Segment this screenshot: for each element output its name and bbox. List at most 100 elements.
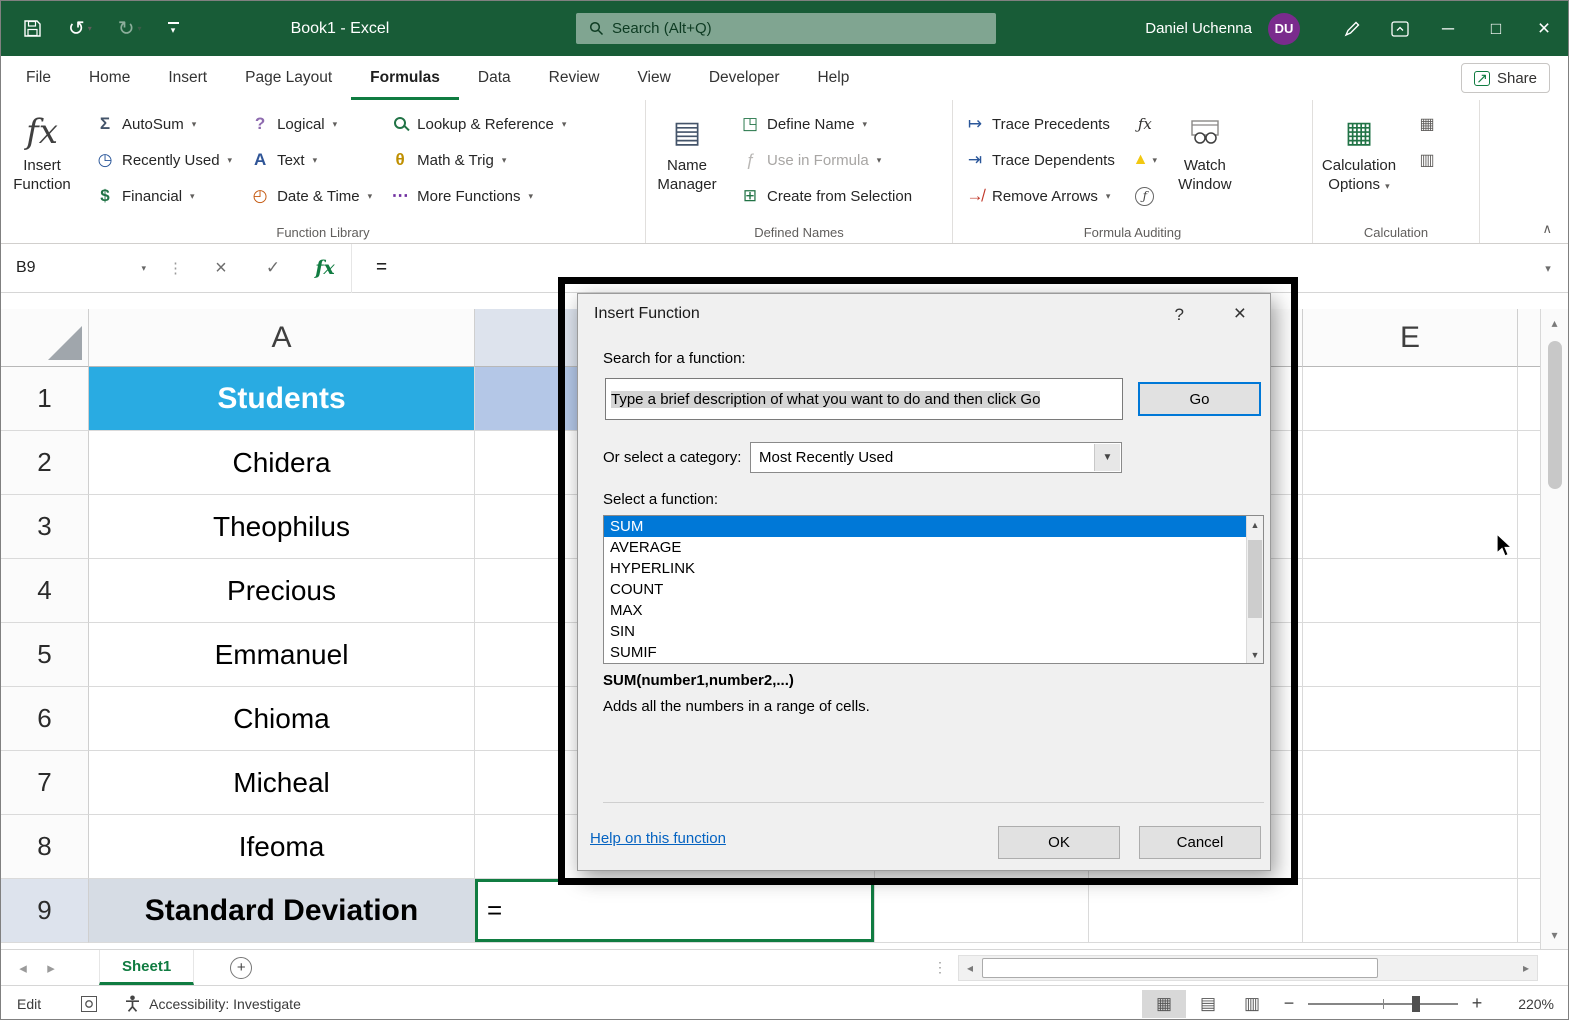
next-sheet-arrow[interactable]: ▸ bbox=[37, 959, 65, 977]
function-list-item-sin[interactable]: SIN bbox=[604, 621, 1263, 642]
dialog-close-button[interactable]: × bbox=[1234, 302, 1246, 326]
name-box[interactable]: B9 ▾ bbox=[1, 244, 156, 293]
horizontal-scrollbar-thumb[interactable] bbox=[982, 958, 1378, 978]
scroll-down-arrow[interactable]: ▼ bbox=[1247, 646, 1263, 663]
function-listbox[interactable]: SUM AVERAGE HYPERLINK COUNT MAX SIN SUMI… bbox=[603, 515, 1264, 664]
listbox-scrollbar[interactable]: ▲ ▼ bbox=[1246, 516, 1263, 663]
recently-used-button[interactable]: ◷Recently Used▾ bbox=[91, 142, 236, 178]
math-trig-button[interactable]: θMath & Trig▾ bbox=[386, 142, 570, 178]
cell-e3[interactable] bbox=[1303, 495, 1518, 559]
cell-e9[interactable] bbox=[1303, 879, 1518, 943]
show-formulas-button[interactable]: ƒx bbox=[1123, 106, 1167, 142]
tab-formulas[interactable]: Formulas bbox=[351, 56, 459, 100]
evaluate-formula-button[interactable]: ƒ bbox=[1123, 178, 1167, 214]
function-list-item-max[interactable]: MAX bbox=[604, 600, 1263, 621]
cell-a3[interactable]: Theophilus bbox=[89, 495, 475, 559]
share-button[interactable]: ↗ Share bbox=[1461, 63, 1550, 93]
zoom-slider-thumb[interactable] bbox=[1412, 996, 1420, 1012]
function-search-input[interactable]: Type a brief description of what you wan… bbox=[605, 378, 1123, 420]
cell[interactable] bbox=[1518, 687, 1542, 751]
tab-file[interactable]: File bbox=[7, 56, 70, 100]
dialog-help-button[interactable]: ? bbox=[1175, 305, 1184, 325]
autosum-button[interactable]: ΣAutoSum▾ bbox=[91, 106, 236, 142]
zoom-slider[interactable] bbox=[1308, 1003, 1458, 1005]
function-list-item-hyperlink[interactable]: HYPERLINK bbox=[604, 558, 1263, 579]
more-functions-button[interactable]: ⋯More Functions▾ bbox=[386, 178, 570, 214]
cell[interactable] bbox=[1518, 367, 1542, 431]
trace-dependents-button[interactable]: ⇥Trace Dependents bbox=[961, 142, 1119, 178]
cell[interactable] bbox=[1518, 815, 1542, 879]
cancel-button[interactable]: Cancel bbox=[1139, 826, 1261, 859]
maximize-button[interactable]: □ bbox=[1472, 1, 1520, 56]
create-from-selection-button[interactable]: ⊞Create from Selection bbox=[736, 178, 916, 214]
save-button[interactable] bbox=[23, 19, 42, 38]
trace-precedents-button[interactable]: ↦Trace Precedents bbox=[961, 106, 1119, 142]
formula-bar-drag-handle[interactable]: ⋮ bbox=[156, 259, 195, 277]
cell-a7[interactable]: Micheal bbox=[89, 751, 475, 815]
scroll-up-arrow[interactable]: ▴ bbox=[1541, 309, 1568, 337]
vertical-scrollbar[interactable]: ▴ ▾ bbox=[1540, 309, 1568, 949]
function-list-item-sum[interactable]: SUM bbox=[604, 516, 1263, 537]
formula-input[interactable]: = bbox=[351, 244, 1528, 293]
scroll-right-arrow[interactable]: ▸ bbox=[1515, 956, 1537, 980]
category-dropdown[interactable]: Most Recently Used ▼ bbox=[750, 442, 1122, 473]
zoom-out-button[interactable]: − bbox=[1274, 993, 1304, 1014]
row-header-3[interactable]: 3 bbox=[1, 495, 89, 559]
avatar[interactable]: DU bbox=[1268, 13, 1300, 45]
calculate-now-button[interactable]: ▦ bbox=[1405, 106, 1449, 142]
horizontal-scrollbar[interactable]: ◂ ▸ bbox=[958, 955, 1538, 981]
zoom-in-button[interactable]: + bbox=[1462, 993, 1492, 1014]
cell-a9[interactable]: Standard Deviation bbox=[89, 879, 475, 943]
row-header-6[interactable]: 6 bbox=[1, 687, 89, 751]
cell-e1[interactable] bbox=[1303, 367, 1518, 431]
redo-button[interactable]: ↻▾ bbox=[118, 19, 142, 39]
normal-view-button[interactable]: ▦ bbox=[1142, 990, 1186, 1018]
row-header-1[interactable]: 1 bbox=[1, 367, 89, 431]
collapse-ribbon-button[interactable]: ∧ bbox=[1542, 221, 1552, 237]
tab-review[interactable]: Review bbox=[530, 56, 619, 100]
function-list-item-count[interactable]: COUNT bbox=[604, 579, 1263, 600]
help-on-function-link[interactable]: Help on this function bbox=[590, 830, 726, 847]
close-button[interactable]: × bbox=[1520, 1, 1568, 56]
previous-sheet-arrow[interactable]: ◂ bbox=[9, 959, 37, 977]
error-checking-button[interactable]: ▲▾ bbox=[1123, 142, 1167, 178]
tab-page-layout[interactable]: Page Layout bbox=[226, 56, 351, 100]
cell[interactable] bbox=[1518, 431, 1542, 495]
insert-function-fx-button[interactable]: fx bbox=[299, 244, 351, 293]
dropdown-arrow-button[interactable]: ▼ bbox=[1094, 444, 1120, 471]
remove-arrows-button[interactable]: ↛Remove Arrows▾ bbox=[961, 178, 1119, 214]
watch-window-button[interactable]: WatchWindow bbox=[1169, 104, 1241, 218]
cell-a5[interactable]: Emmanuel bbox=[89, 623, 475, 687]
text-button[interactable]: AText▾ bbox=[246, 142, 376, 178]
calculate-sheet-button[interactable]: ▥ bbox=[1405, 142, 1449, 178]
define-name-button[interactable]: ◳Define Name▾ bbox=[736, 106, 916, 142]
ok-button[interactable]: OK bbox=[998, 826, 1120, 859]
cell[interactable] bbox=[1518, 495, 1542, 559]
cell-e7[interactable] bbox=[1303, 751, 1518, 815]
cell-a1[interactable]: Students bbox=[89, 367, 475, 431]
undo-button[interactable]: ↺▾ bbox=[68, 19, 92, 39]
scroll-down-arrow[interactable]: ▾ bbox=[1541, 921, 1568, 949]
ribbon-display-options-button[interactable] bbox=[1376, 1, 1424, 56]
row-header-5[interactable]: 5 bbox=[1, 623, 89, 687]
cell-a8[interactable]: Ifeoma bbox=[89, 815, 475, 879]
scroll-left-arrow[interactable]: ◂ bbox=[959, 956, 981, 980]
insert-function-button[interactable]: fx InsertFunction bbox=[1, 104, 83, 218]
lookup-reference-button[interactable]: Lookup & Reference▾ bbox=[386, 106, 570, 142]
cell-d9[interactable] bbox=[1089, 879, 1303, 943]
calculation-options-button[interactable]: ▦ CalculationOptions ▾ bbox=[1313, 104, 1405, 218]
cell[interactable] bbox=[1518, 751, 1542, 815]
logical-button[interactable]: ?Logical▾ bbox=[246, 106, 376, 142]
tab-view[interactable]: View bbox=[619, 56, 690, 100]
listbox-scrollbar-thumb[interactable] bbox=[1248, 540, 1262, 618]
function-list-item-sumif[interactable]: SUMIF bbox=[604, 642, 1263, 663]
cell[interactable] bbox=[1518, 879, 1542, 943]
cell-e8[interactable] bbox=[1303, 815, 1518, 879]
sheet-tab-sheet1[interactable]: Sheet1 bbox=[99, 950, 194, 985]
cell-e6[interactable] bbox=[1303, 687, 1518, 751]
column-header-a[interactable]: A bbox=[89, 309, 475, 367]
tab-data[interactable]: Data bbox=[459, 56, 530, 100]
use-in-formula-button[interactable]: ƒUse in Formula▾ bbox=[736, 142, 916, 178]
tab-developer[interactable]: Developer bbox=[690, 56, 799, 100]
scroll-up-arrow[interactable]: ▲ bbox=[1247, 516, 1263, 533]
